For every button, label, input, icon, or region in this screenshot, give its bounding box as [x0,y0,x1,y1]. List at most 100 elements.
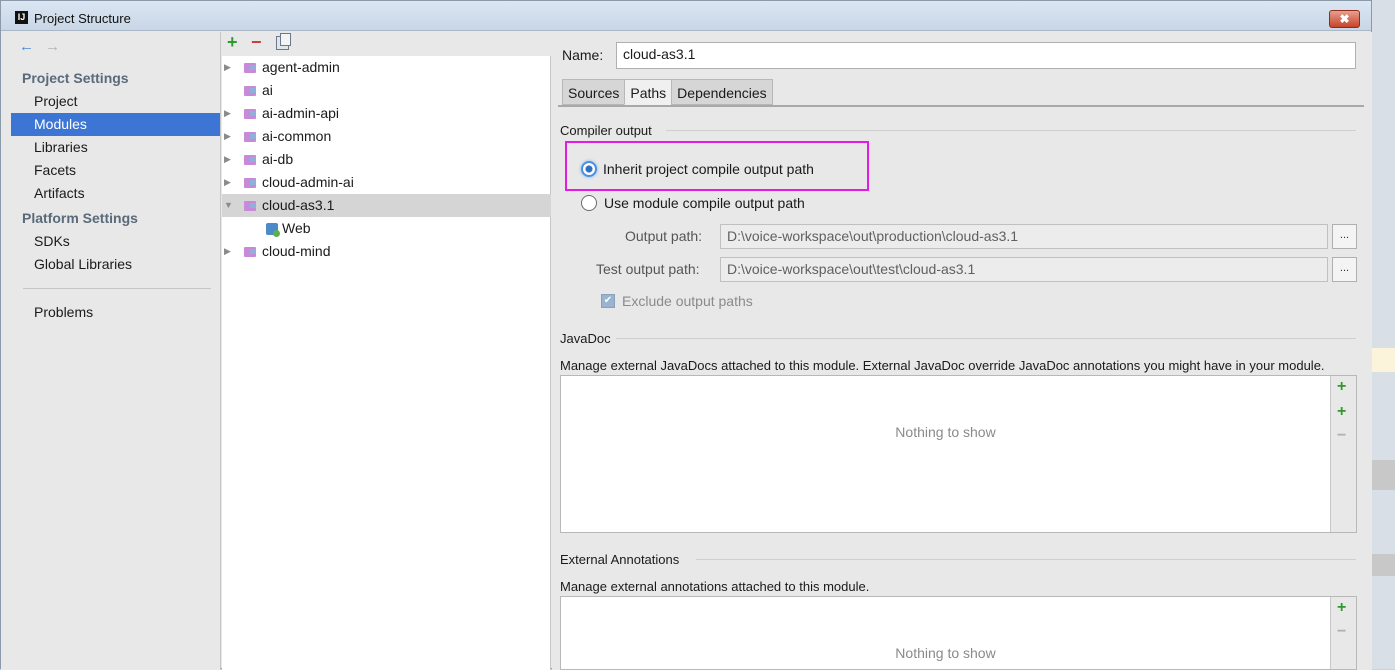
output-path-field[interactable]: D:\voice-workspace\out\production\cloud-… [720,224,1328,249]
tree-row-label: ai-common [262,128,332,144]
tree-row-label: cloud-mind [262,243,331,259]
test-output-path-browse-button[interactable]: ... [1332,257,1357,282]
module-folder-icon [244,178,256,188]
settings-sidebar: ← → Project Settings Project Modules Lib… [11,32,221,670]
add-icon[interactable]: + [1337,378,1346,396]
tree-row-ai-common[interactable]: ▶ ai-common [222,125,551,148]
test-output-path-field[interactable]: D:\voice-workspace\out\test\cloud-as3.1 [720,257,1328,282]
name-label: Name: [562,47,604,63]
sidebar-item-problems[interactable]: Problems [11,301,220,324]
javadoc-title: JavaDoc [560,331,611,346]
module-name-input[interactable]: cloud-as3.1 [616,42,1356,69]
tree-row-ai-db[interactable]: ▶ ai-db [222,148,551,171]
tree-row-cloud-admin-ai[interactable]: ▶ cloud-admin-ai [222,171,551,194]
sidebar-item-project[interactable]: Project [11,90,220,113]
exclude-output-checkbox[interactable]: ✔ [601,294,615,308]
remove-icon[interactable]: − [1337,427,1346,445]
tree-row-cloud-mind[interactable]: ▶ cloud-mind [222,240,551,263]
background-scrollbar [1372,460,1395,490]
tree-row-cloud-as3-1[interactable]: ▼ cloud-as3.1 [222,194,551,217]
module-tabs: Sources Paths Dependencies [562,79,773,105]
javadoc-description: Manage external JavaDocs attached to thi… [560,358,1325,373]
sidebar-item-libraries[interactable]: Libraries [11,136,220,159]
external-annotations-empty-text: Nothing to show [895,645,996,661]
module-folder-icon [244,109,256,119]
output-path-browse-button[interactable]: ... [1332,224,1357,249]
sidebar-item-facets[interactable]: Facets [11,159,220,182]
remove-icon[interactable]: − [251,32,262,53]
tree-row-label: ai-db [262,151,294,167]
tree-row-label: ai [262,82,273,98]
sidebar-item-artifacts[interactable]: Artifacts [11,182,220,205]
close-button[interactable]: ✖ [1329,10,1360,28]
group-divider [696,559,1356,560]
module-folder-icon [244,132,256,142]
external-annotations-list-toolbar: + − [1330,597,1356,669]
copy-icon[interactable] [276,33,291,50]
collapse-arrow-icon[interactable]: ▼ [224,194,236,217]
external-annotations-description: Manage external annotations attached to … [560,579,870,594]
tree-row-ai-admin-api[interactable]: ▶ ai-admin-api [222,102,551,125]
tab-dependencies[interactable]: Dependencies [671,79,773,105]
external-annotations-title: External Annotations [560,552,680,567]
remove-icon[interactable]: − [1337,623,1346,641]
group-divider [616,338,1356,339]
add-url-icon[interactable]: + [1337,403,1346,421]
tree-row-web[interactable]: Web [222,217,551,240]
sidebar-item-sdks[interactable]: SDKs [11,230,220,253]
module-folder-icon [244,201,256,211]
module-folder-icon [244,155,256,165]
inherit-output-label[interactable]: Inherit project compile output path [603,161,814,177]
project-settings-header: Project Settings [22,70,129,86]
module-output-label[interactable]: Use module compile output path [604,195,805,211]
background-scrollbar-2 [1372,554,1395,576]
background-highlight [1372,348,1395,372]
javadoc-list[interactable]: Nothing to show + + − [560,375,1357,533]
sidebar-item-modules[interactable]: Modules [11,113,220,136]
tree-row-label: ai-admin-api [262,105,340,121]
module-folder-icon [244,63,256,73]
tabs-divider [558,105,1364,107]
tab-paths[interactable]: Paths [624,79,673,105]
expand-arrow-icon[interactable]: ▶ [224,148,236,171]
back-arrow-icon[interactable]: ← [19,38,41,55]
javadoc-list-toolbar: + + − [1330,376,1356,532]
tree-row-label: Web [282,220,311,236]
module-folder-icon [244,86,256,96]
tab-sources[interactable]: Sources [562,79,626,105]
tree-row-ai[interactable]: ai [222,79,551,102]
test-output-path-label: Test output path: [596,261,700,277]
project-structure-dialog: IJ Project Structure ✖ ← → Project Setti… [0,0,1372,670]
javadoc-empty-text: Nothing to show [895,424,996,440]
tree-row-label: agent-admin [262,59,340,75]
sidebar-item-global-libraries[interactable]: Global Libraries [11,253,220,276]
compiler-output-title: Compiler output [560,123,652,138]
sidebar-divider [23,288,211,289]
intellij-icon: IJ [15,11,28,24]
tree-row-agent-admin[interactable]: ▶ agent-admin [222,56,551,79]
add-icon[interactable]: + [1337,599,1346,617]
expand-arrow-icon[interactable]: ▶ [224,125,236,148]
expand-arrow-icon[interactable]: ▶ [224,240,236,263]
expand-arrow-icon[interactable]: ▶ [224,171,236,194]
tree-row-label: cloud-as3.1 [262,197,335,213]
platform-settings-header: Platform Settings [22,210,138,226]
left-strip [1,31,11,670]
tree-row-label: cloud-admin-ai [262,174,354,190]
window-title: Project Structure [34,11,131,26]
exclude-output-label[interactable]: Exclude output paths [622,293,753,309]
add-icon[interactable]: + [227,32,238,53]
module-tree: + − ▶ agent-admin ai ▶ ai-admin-api ▶ ai… [222,32,551,670]
tree-toolbar: + − [222,32,551,56]
title-bar: IJ Project Structure ✖ [1,1,1371,31]
web-facet-icon [266,223,280,237]
forward-arrow-icon[interactable]: → [45,38,67,55]
expand-arrow-icon[interactable]: ▶ [224,102,236,125]
expand-arrow-icon[interactable]: ▶ [224,56,236,79]
output-path-label: Output path: [625,228,703,244]
module-output-radio[interactable] [581,195,597,211]
group-divider [666,130,1356,131]
external-annotations-list[interactable]: Nothing to show + − [560,596,1357,670]
module-details-panel: Name: cloud-as3.1 Sources Paths Dependen… [552,32,1372,670]
inherit-output-radio[interactable] [581,161,597,177]
